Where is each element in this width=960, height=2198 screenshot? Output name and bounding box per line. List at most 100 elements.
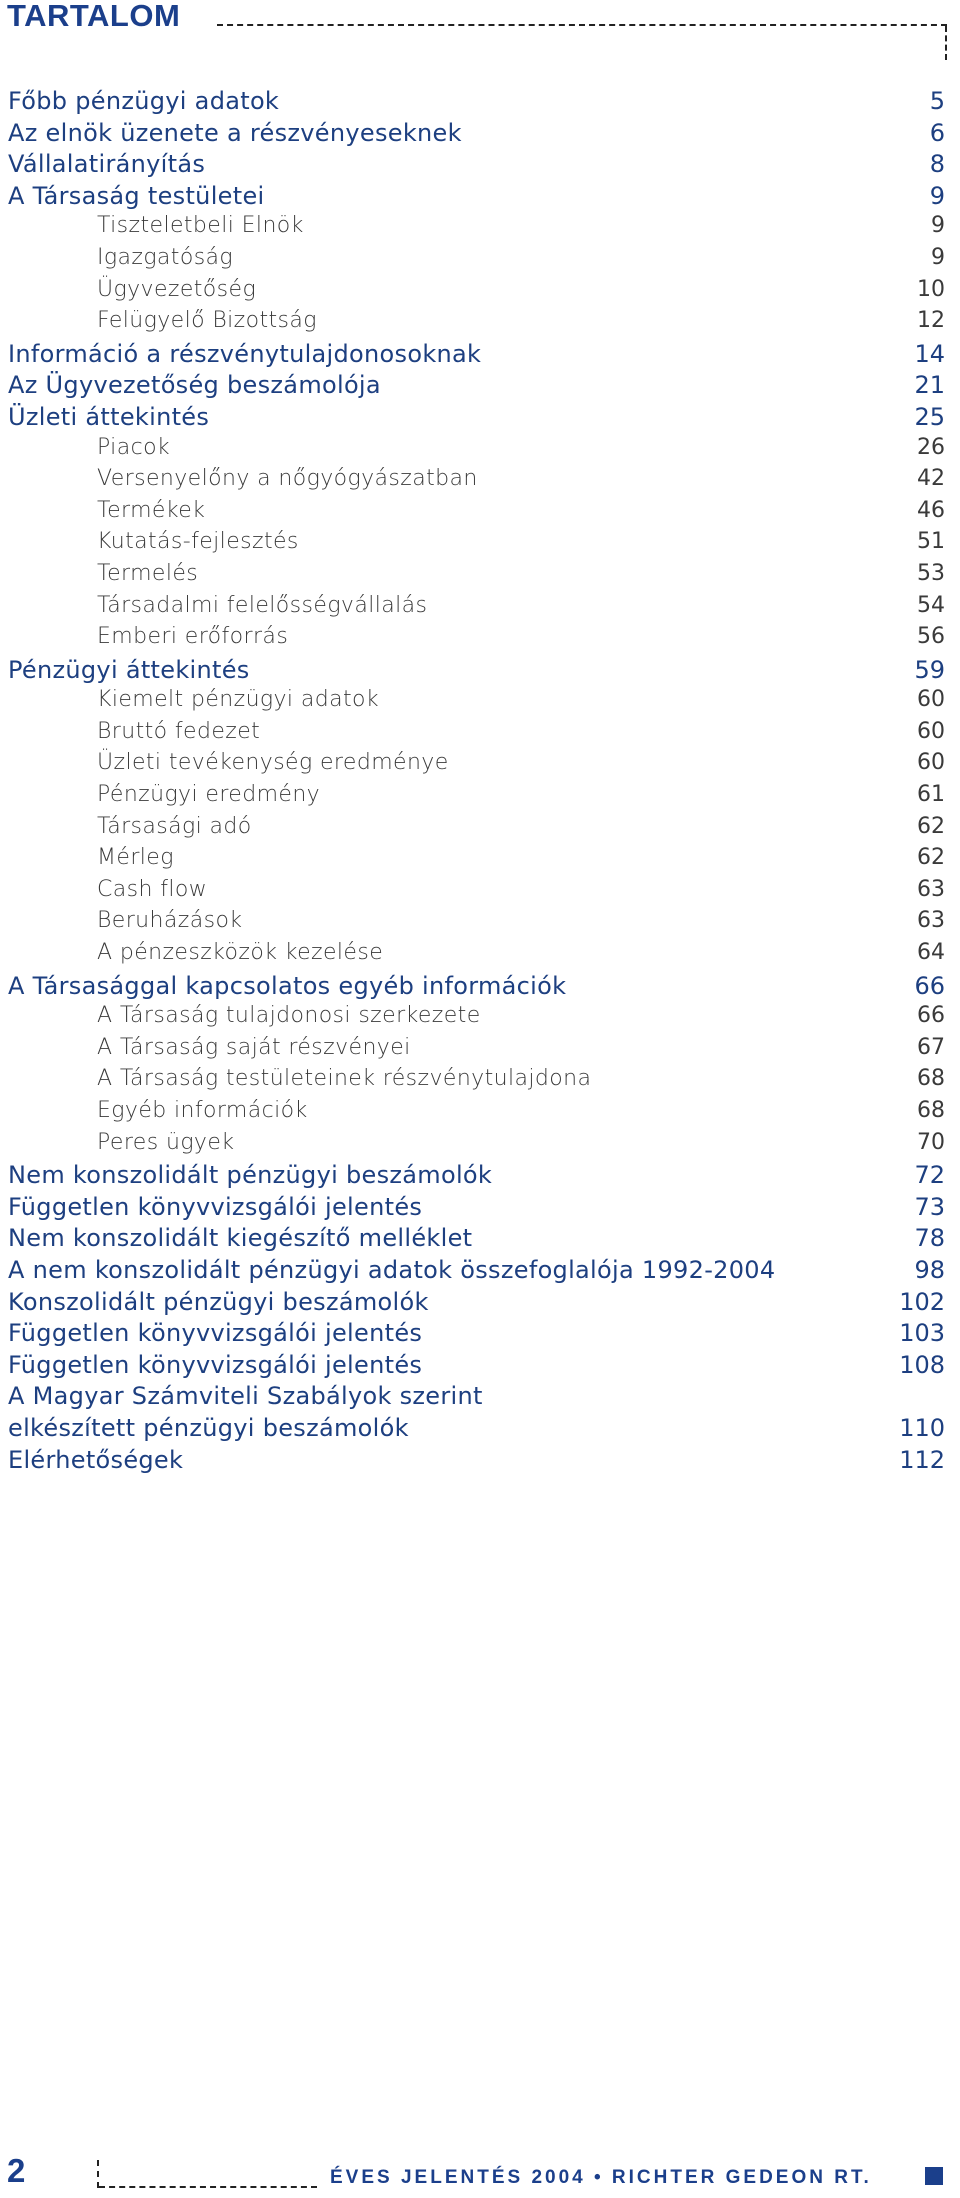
toc-subentry[interactable]: Termelés 53 (0, 562, 960, 595)
toc-subentry[interactable]: A Társaság tulajdonosi szerkezete 66 (0, 1005, 960, 1037)
toc-entry[interactable]: Független könyvvizsgálói jelentés 103 (0, 1321, 960, 1353)
toc-subentry[interactable]: Versenyelőny a nőgyógyászatban 42 (0, 468, 960, 500)
page-title: TARTALOM (7, 0, 181, 33)
toc-entry[interactable]: Független könyvvizsgálói jelentés 108 (0, 1353, 960, 1385)
toc-entry-label: Pénzügyi eredmény (97, 782, 321, 808)
toc-subentry[interactable]: Pénzügyi eredmény 61 (0, 784, 960, 816)
toc-entry[interactable]: Nem konszolidált kiegészítő melléklet 78 (0, 1226, 960, 1258)
toc-subentry[interactable]: Tiszteletbeli Elnök 9 (0, 215, 960, 247)
toc-entry-label: Főbb pénzügyi adatok (8, 87, 280, 115)
toc-entry-label: Igazgatóság (97, 244, 234, 270)
toc-subentry[interactable]: A Társaság testületeinek részvénytulajdo… (0, 1068, 960, 1100)
toc-entry-label: Termékek (97, 497, 206, 523)
running-title: ÉVES JELENTÉS 2004 • RICHTER GEDEON RT. (330, 2167, 872, 2188)
toc-subentry[interactable]: Igazgatóság 9 (0, 244, 960, 279)
toc-entry[interactable]: Konszolidált pénzügyi beszámolók 102 (0, 1290, 960, 1322)
toc-subentry[interactable]: Társasági adó 62 (0, 813, 960, 848)
toc-entry-label: Elérhetőségek (8, 1445, 184, 1474)
header-dashed-rule (217, 24, 947, 26)
toc-entry[interactable]: Nem konszolidált pénzügyi beszámolók 72 (0, 1163, 960, 1195)
toc-entry[interactable]: Pénzügyi áttekintés 59 (0, 658, 960, 690)
toc-entry-label: Független könyvvizsgálói jelentés (8, 1319, 423, 1348)
toc-entry[interactable]: A nem konszolidált pénzügyi adatok össze… (0, 1258, 960, 1290)
toc-entry-page: 112 (899, 1445, 945, 1474)
toc-entry-page: 98 (914, 1255, 945, 1284)
toc-subentry[interactable]: Üzleti tevékenység eredménye 60 (0, 752, 960, 784)
toc-entry-page: 67 (917, 1034, 945, 1060)
toc-entry-label: Kiemelt pénzügyi adatok (97, 687, 379, 713)
toc-entry-page: 6 (929, 118, 945, 147)
toc-entry-label: Az Ügyvezetőség beszámolója (8, 371, 381, 400)
toc-entry-label: Társadalmi felelősségvállalás (97, 592, 428, 618)
toc-entry-page: 102 (899, 1287, 945, 1316)
toc-subentry[interactable]: A Társaság saját részvényei 67 (0, 1034, 960, 1069)
toc-entry-page: 59 (914, 655, 945, 684)
toc-entry-label: A Társasággal kapcsolatos egyéb informác… (8, 971, 567, 1000)
toc-entry-page: 78 (914, 1224, 945, 1253)
toc-entry-label: A nem konszolidált pénzügyi adatok össze… (8, 1255, 776, 1284)
toc-entry-label: A Társaság tulajdonosi szerkezete (97, 1003, 481, 1029)
toc-entry[interactable]: A Társaság testületei 9 (0, 184, 960, 216)
toc-entry-label: Információ a részvénytulajdonosoknak (8, 339, 482, 368)
toc-entry-label: Beruházások (97, 908, 243, 934)
toc-subentry[interactable]: Peres ügyek 70 (0, 1129, 960, 1164)
toc-subentry[interactable]: Egyéb információk 68 (0, 1100, 960, 1132)
toc-subentry[interactable]: Cash flow 63 (0, 876, 960, 911)
toc-entry-label: elkészített pénzügyi beszámolók (8, 1413, 409, 1442)
toc-entry-page: 9 (931, 213, 945, 239)
toc-entry-page: 103 (899, 1319, 945, 1348)
toc-entry-label: Üzleti tevékenység eredménye (97, 750, 449, 776)
toc-entry-page: 68 (917, 1066, 945, 1092)
toc-subentry[interactable]: Piacok 26 (0, 436, 960, 469)
toc-subentry[interactable]: Kiemelt pénzügyi adatok 60 (0, 689, 960, 721)
toc-entry[interactable]: Az elnök üzenete a részvényeseknek 6 (0, 121, 960, 153)
toc-entry-page: 64 (917, 940, 945, 966)
toc-entry[interactable]: Információ a részvénytulajdonosoknak 14 (0, 342, 960, 374)
toc-entry-label: Bruttó fedezet (97, 718, 261, 744)
toc-subentry[interactable]: Termékek 46 (0, 497, 960, 532)
toc-subentry[interactable]: Kutatás-fejlesztés 51 (0, 531, 960, 563)
toc-subentry[interactable]: Bruttó fedezet 60 (0, 718, 960, 753)
toc-entry-label: Üzleti áttekintés (8, 402, 210, 431)
toc-entry-label: Tiszteletbeli Elnök (97, 213, 304, 239)
toc-entry[interactable]: Főbb pénzügyi adatok 5 (0, 89, 960, 121)
toc-entry[interactable]: A Társasággal kapcsolatos egyéb informác… (0, 974, 960, 1006)
toc-entry-label: A Társaság saját részvényei (97, 1034, 411, 1060)
toc-entry-label: A Magyar Számviteli Szabályok szerint (8, 1382, 483, 1411)
toc-entry-page: 108 (899, 1350, 945, 1379)
toc-entry[interactable]: Az Ügyvezetőség beszámolója 21 (0, 373, 960, 405)
toc-subentry[interactable]: Társadalmi felelősségvállalás 54 (0, 592, 960, 627)
toc-entry-page: 72 (914, 1161, 945, 1190)
toc-entry[interactable]: elkészített pénzügyi beszámolók 110 (0, 1416, 960, 1448)
toc-entry-label: A Társaság testületeinek részvénytulajdo… (97, 1066, 592, 1092)
toc-subentry[interactable]: Felügyelő Bizottság 12 (0, 310, 960, 342)
toc-entry-label: Peres ügyek (97, 1129, 235, 1155)
toc-entry[interactable]: Vállalatirányítás 8 (0, 152, 960, 184)
toc-subentry[interactable]: Beruházások 63 (0, 910, 960, 942)
toc-subentry[interactable]: Mérleg 62 (0, 847, 960, 879)
toc-subentry[interactable]: Ügyvezetőség 10 (0, 276, 960, 311)
toc-entry-page: 62 (917, 813, 945, 839)
toc-entry-label: Konszolidált pénzügyi beszámolók (8, 1287, 429, 1316)
toc-entry-label: Versenyelőny a nőgyógyászatban (97, 466, 478, 492)
toc-entry[interactable]: Független könyvvizsgálói jelentés 73 (0, 1195, 960, 1227)
toc-entry-page: 56 (917, 624, 945, 650)
toc-entry-label: Nem konszolidált pénzügyi beszámolók (8, 1161, 493, 1190)
toc-subentry[interactable]: A pénzeszközök kezelése 64 (0, 942, 960, 974)
toc-entry-label: Egyéb információk (97, 1098, 308, 1123)
toc-entry-page: 60 (917, 687, 945, 713)
toc-entry-label: Kutatás-fejlesztés (97, 529, 299, 555)
toc-subentry[interactable]: Emberi erőforrás 56 (0, 626, 960, 658)
toc-entry-label: Cash flow (97, 876, 208, 902)
toc-entry-page: 21 (914, 371, 945, 400)
footer-dashed-rule (99, 2186, 317, 2188)
toc-entry-page: 68 (917, 1098, 945, 1123)
toc-entry[interactable]: A Magyar Számviteli Szabályok szerint (0, 1384, 960, 1416)
toc-entry-page: 10 (917, 276, 945, 302)
toc-entry[interactable]: Üzleti áttekintés 25 (0, 405, 960, 437)
toc-entry-label: Az elnök üzenete a részvényeseknek (8, 118, 462, 147)
toc-entry[interactable]: Elérhetőségek 112 (0, 1448, 960, 1480)
toc-entry-label: Felügyelő Bizottság (97, 308, 317, 334)
toc-entry-label: Független könyvvizsgálói jelentés (8, 1192, 423, 1221)
toc-entry-page: 73 (914, 1192, 945, 1221)
